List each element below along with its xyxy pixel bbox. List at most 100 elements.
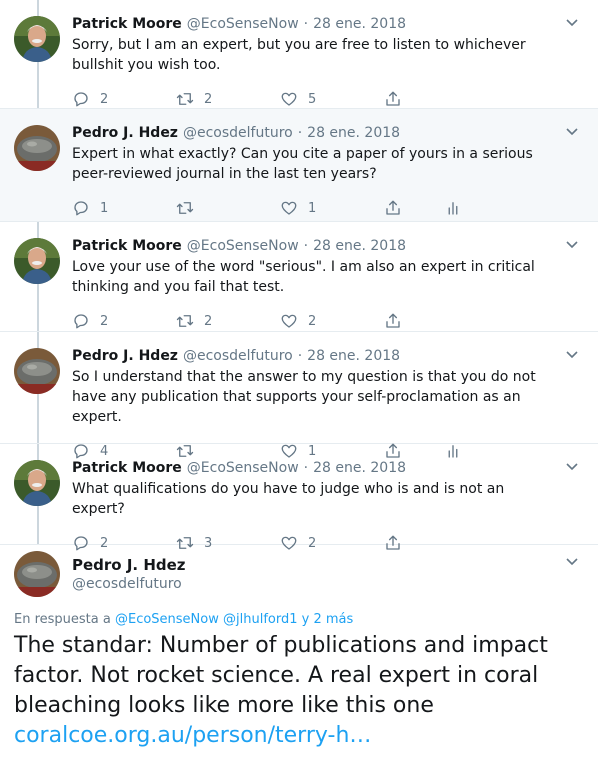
avatar[interactable] xyxy=(14,16,60,62)
tweet[interactable]: Pedro J. Hdez @ecosdelfuturo · 28 ene. 2018… xyxy=(0,332,598,459)
retweet-button[interactable]: 3 xyxy=(176,534,280,552)
author-handle[interactable]: @EcoSenseNow xyxy=(187,14,299,34)
reply-button[interactable]: 2 xyxy=(72,534,176,552)
reply-icon xyxy=(74,314,88,329)
separator-dot: · xyxy=(303,460,309,476)
avatar[interactable] xyxy=(14,238,60,284)
author-name[interactable]: Patrick Moore xyxy=(72,458,182,478)
author-name[interactable]: Patrick Moore xyxy=(72,236,182,256)
share-button[interactable] xyxy=(384,534,424,552)
tweet[interactable]: Patrick Moore @EcoSenseNow · 28 ene. 2018 So… xyxy=(0,0,598,109)
author-name[interactable]: Pedro J. Hdez xyxy=(72,346,178,366)
author-handle[interactable]: @ecosdelfuturo xyxy=(183,123,293,143)
author-handle[interactable]: @EcoSenseNow xyxy=(187,458,299,478)
share-button[interactable] xyxy=(384,312,424,330)
tweet-text: Expert in what exactly? Can you cite a p… xyxy=(72,146,533,182)
share-icon xyxy=(386,91,400,106)
tweet-header: Patrick Moore @EcoSenseNow · 28 ene. 2018 xyxy=(72,14,584,34)
chevron-down-icon[interactable] xyxy=(564,346,580,362)
share-icon xyxy=(386,535,400,550)
author-name[interactable]: Pedro J. Hdez xyxy=(72,123,178,143)
reply-button[interactable]: 2 xyxy=(72,90,176,108)
retweet-icon xyxy=(176,202,194,214)
share-icon xyxy=(386,313,400,328)
heart-icon xyxy=(281,314,297,328)
tweet[interactable]: Patrick Moore @EcoSenseNow · 28 ene. 2018 Wh… xyxy=(0,444,598,551)
separator-dot: · xyxy=(297,348,303,364)
reply-count: 2 xyxy=(100,313,109,329)
author-handle[interactable]: @ecosdelfuturo xyxy=(183,346,293,366)
like-count: 1 xyxy=(308,200,317,216)
author-name[interactable]: Pedro J. Hdez xyxy=(72,555,186,575)
separator-dot: · xyxy=(297,125,303,141)
reply-button[interactable]: 2 xyxy=(72,312,176,330)
tweet-thread: Patrick Moore @EcoSenseNow · 28 ene. 2018 So… xyxy=(0,0,598,551)
chevron-down-icon[interactable] xyxy=(564,553,580,569)
like-button[interactable]: 1 xyxy=(280,199,384,217)
reply-button[interactable]: 1 xyxy=(72,199,176,217)
reply-to-more-link[interactable]: y 2 más xyxy=(302,612,354,627)
chevron-down-icon[interactable] xyxy=(564,236,580,252)
reply-count: 2 xyxy=(100,91,109,107)
chevron-down-icon[interactable] xyxy=(564,458,580,474)
retweet-button[interactable] xyxy=(176,199,280,217)
tweet-date[interactable]: 28 ene. 2018 xyxy=(307,346,400,366)
retweet-count: 2 xyxy=(204,91,213,107)
tweet-text: Love your use of the word "serious". I a… xyxy=(72,259,535,295)
separator-dot: · xyxy=(303,238,309,254)
retweet-icon xyxy=(176,93,194,105)
retweet-count: 3 xyxy=(204,535,213,551)
heart-icon xyxy=(281,536,297,550)
avatar[interactable] xyxy=(14,460,60,506)
tweet-date[interactable]: 28 ene. 2018 xyxy=(313,14,406,34)
analytics-button[interactable] xyxy=(444,199,484,217)
avatar[interactable] xyxy=(14,551,60,597)
heart-icon xyxy=(281,201,297,215)
share-button[interactable] xyxy=(384,90,424,108)
share-button[interactable] xyxy=(384,199,424,217)
avatar[interactable] xyxy=(14,348,60,394)
author-handle[interactable]: @ecosdelfuturo xyxy=(72,575,186,593)
chevron-down-icon[interactable] xyxy=(564,123,580,139)
tweet-date[interactable]: 28 ene. 2018 xyxy=(313,458,406,478)
like-button[interactable]: 2 xyxy=(280,312,384,330)
author-name[interactable]: Patrick Moore xyxy=(72,14,182,34)
like-count: 2 xyxy=(308,535,317,551)
tweet-link[interactable]: coralcoe.org.au/person/terry-h… xyxy=(14,723,371,748)
tweet-text: Sorry, but I am an expert, but you are f… xyxy=(72,37,526,73)
tweet-date[interactable]: 28 ene. 2018 xyxy=(307,123,400,143)
retweet-button[interactable]: 2 xyxy=(176,312,280,330)
tweet-date[interactable]: 28 ene. 2018 xyxy=(313,236,406,256)
tweet-text: So I understand that the answer to my qu… xyxy=(72,369,536,425)
tweet[interactable]: Pedro J. Hdez @ecosdelfuturo · 28 ene. 2018… xyxy=(0,109,598,222)
tweet-header: Patrick Moore @EcoSenseNow · 28 ene. 2018 xyxy=(72,236,584,256)
reply-icon xyxy=(74,201,88,216)
separator-dot: · xyxy=(303,16,309,32)
author-handle[interactable]: @EcoSenseNow xyxy=(187,236,299,256)
chevron-down-icon[interactable] xyxy=(564,14,580,30)
like-button[interactable]: 2 xyxy=(280,534,384,552)
retweet-icon xyxy=(176,537,194,549)
reply-to-line: En respuesta a @EcoSenseNow @jlhulford1 … xyxy=(14,612,353,627)
like-button[interactable]: 5 xyxy=(280,90,384,108)
reply-to-label: En respuesta a xyxy=(14,612,111,627)
share-icon xyxy=(386,200,400,215)
like-count: 2 xyxy=(308,313,317,329)
retweet-icon xyxy=(176,315,194,327)
reply-icon xyxy=(74,536,88,551)
tweet-header: Pedro J. Hdez @ecosdelfuturo · 28 ene. 2018 xyxy=(72,123,584,143)
like-count: 5 xyxy=(308,91,317,107)
tweet-header: Pedro J. Hdez @ecosdelfuturo · 28 ene. 2018 xyxy=(72,346,584,366)
tweet-body: The standar: Number of publications and … xyxy=(14,633,548,718)
tweet-text: What qualifications do you have to judge… xyxy=(72,481,505,517)
tweet-text: The standar: Number of publications and … xyxy=(14,631,590,751)
reply-count: 1 xyxy=(100,200,109,216)
avatar[interactable] xyxy=(14,125,60,171)
retweet-button[interactable]: 2 xyxy=(176,90,280,108)
reply-count: 2 xyxy=(100,535,109,551)
reply-to-users-link[interactable]: @EcoSenseNow @jlhulford1 xyxy=(115,612,298,627)
heart-icon xyxy=(281,92,297,106)
tweet[interactable]: Patrick Moore @EcoSenseNow · 28 ene. 2018 Lo… xyxy=(0,222,598,332)
reply-icon xyxy=(74,92,88,107)
tweet-header: Patrick Moore @EcoSenseNow · 28 ene. 2018 xyxy=(72,458,584,478)
